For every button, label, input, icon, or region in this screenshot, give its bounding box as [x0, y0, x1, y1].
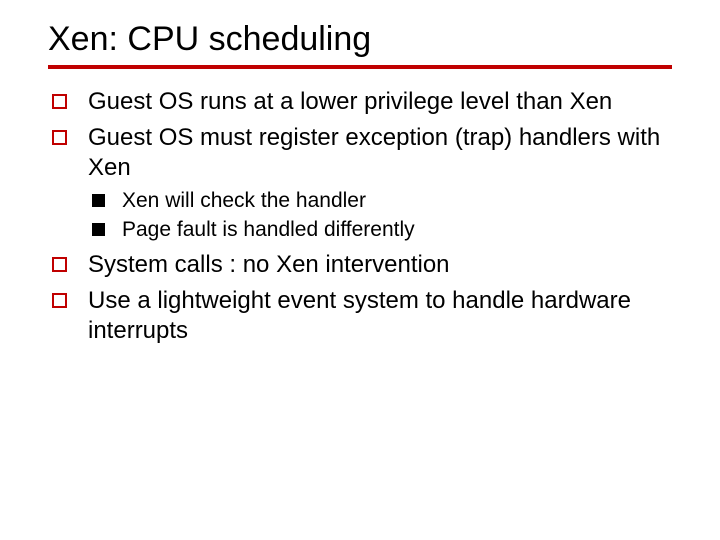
- bullet-text: Guest OS must register exception (trap) …: [88, 124, 660, 181]
- bullet-text: Guest OS runs at a lower privilege level…: [88, 88, 612, 115]
- list-item: Page fault is handled differently: [88, 216, 672, 243]
- bullet-list: Guest OS runs at a lower privilege level…: [48, 87, 672, 346]
- sub-bullet-text: Xen will check the handler: [122, 189, 366, 212]
- list-item: Guest OS must register exception (trap) …: [48, 123, 672, 244]
- hollow-square-icon: [52, 257, 67, 272]
- list-item: Use a lightweight event system to handle…: [48, 286, 672, 346]
- bullet-text: Use a lightweight event system to handle…: [88, 287, 631, 344]
- hollow-square-icon: [52, 293, 67, 308]
- filled-square-icon: [92, 223, 105, 236]
- list-item: Guest OS runs at a lower privilege level…: [48, 87, 672, 117]
- list-item: System calls : no Xen intervention: [48, 250, 672, 280]
- sub-bullet-text: Page fault is handled differently: [122, 218, 415, 241]
- list-item: Xen will check the handler: [88, 187, 672, 214]
- sub-bullet-list: Xen will check the handler Page fault is…: [88, 187, 672, 244]
- hollow-square-icon: [52, 130, 67, 145]
- bullet-text: System calls : no Xen intervention: [88, 251, 450, 278]
- filled-square-icon: [92, 194, 105, 207]
- hollow-square-icon: [52, 94, 67, 109]
- slide-title: Xen: CPU scheduling: [48, 20, 672, 69]
